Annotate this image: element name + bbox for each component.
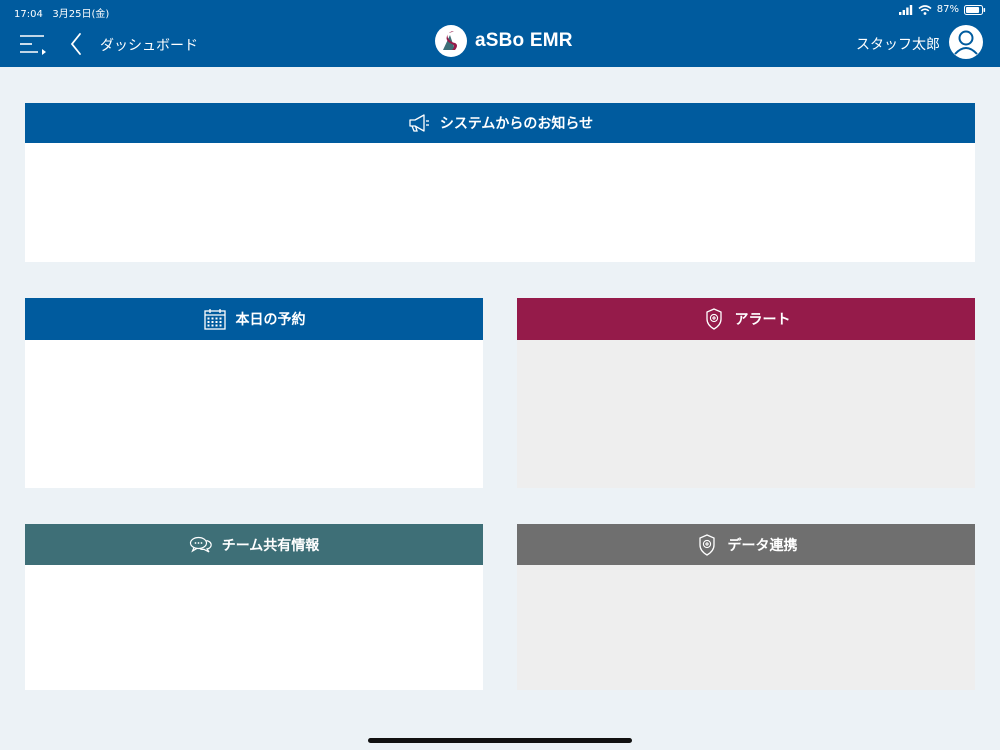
status-indicators: 87% xyxy=(898,4,986,15)
team-info-panel: チーム共有情報 xyxy=(25,524,483,690)
chat-bubbles-icon xyxy=(189,536,212,553)
battery-percent: 87% xyxy=(936,4,959,15)
app-brand: aSBo EMR xyxy=(435,25,573,57)
battery-icon xyxy=(964,4,986,15)
menu-icon[interactable] xyxy=(18,30,48,58)
alerts-panel: アラート xyxy=(517,298,975,488)
calendar-icon xyxy=(203,309,226,330)
nav-bar: ダッシュボード aSBo EMR スタッフ太郎 xyxy=(0,22,1000,67)
back-button-label[interactable]: ダッシュボード xyxy=(100,35,198,55)
megaphone-icon xyxy=(409,114,429,132)
team-info-title: チーム共有情報 xyxy=(221,537,320,554)
status-date-value: 3月25日(金) xyxy=(52,9,110,20)
shield-plus-icon xyxy=(698,533,715,556)
user-name[interactable]: スタッフ太郎 xyxy=(856,34,940,54)
system-notice-title: システムからのお知らせ xyxy=(439,116,594,132)
appointments-title: 本日の予約 xyxy=(235,312,306,328)
system-notice-header[interactable]: システムからのお知らせ xyxy=(25,103,975,143)
team-info-header[interactable]: チーム共有情報 xyxy=(25,524,483,565)
alerts-header[interactable]: アラート xyxy=(517,298,975,340)
back-chevron-icon[interactable] xyxy=(66,30,88,58)
system-notice-panel: システムからのお知らせ xyxy=(25,103,975,262)
alerts-body xyxy=(517,340,975,488)
appointments-panel: 本日の予約 xyxy=(25,298,483,488)
user-avatar-icon[interactable] xyxy=(948,24,984,60)
signal-icon xyxy=(898,4,912,15)
app-logo-icon xyxy=(435,25,467,57)
status-time: 17:04 3月25日(金) xyxy=(14,5,109,20)
app-name: aSBo EMR xyxy=(475,30,573,51)
team-info-body xyxy=(25,565,483,690)
data-link-panel: データ連携 xyxy=(517,524,975,690)
shield-plus-icon xyxy=(705,308,722,330)
data-link-header[interactable]: データ連携 xyxy=(517,524,975,565)
appointments-body xyxy=(25,340,483,488)
status-bar: 17:04 3月25日(金) 87% xyxy=(0,0,1000,22)
system-notice-body xyxy=(25,143,975,262)
data-link-title: データ連携 xyxy=(727,537,798,554)
wifi-icon xyxy=(918,4,932,15)
data-link-body xyxy=(517,565,975,690)
home-indicator[interactable] xyxy=(368,738,632,743)
appointments-header[interactable]: 本日の予約 xyxy=(25,298,483,340)
status-time-value: 17:04 xyxy=(14,9,43,20)
alerts-title: アラート xyxy=(734,312,791,328)
top-bar: 17:04 3月25日(金) 87% ダッシュボード aSBo EMR スタッフ… xyxy=(0,0,1000,67)
